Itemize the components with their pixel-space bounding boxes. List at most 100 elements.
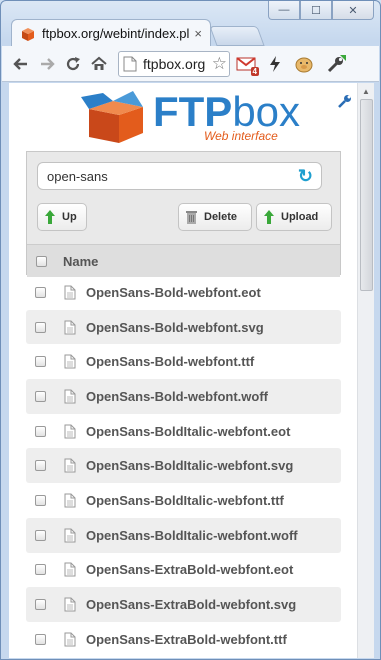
reload-button[interactable] — [60, 51, 86, 77]
maximize-icon: ☐ — [311, 4, 321, 17]
file-name[interactable]: OpenSans-Bold-webfont.svg — [86, 320, 264, 335]
up-button[interactable]: Up — [37, 203, 87, 231]
delete-button-label: Delete — [204, 211, 238, 223]
favicon-icon — [22, 27, 34, 41]
close-icon: ✕ — [348, 4, 358, 17]
file-name[interactable]: OpenSans-Bold-webfont.woff — [86, 389, 268, 404]
upload-arrow-icon — [264, 210, 274, 224]
mail-badge: 4 — [250, 66, 259, 76]
logo-box-text: box — [232, 88, 301, 135]
select-all-checkbox[interactable] — [36, 255, 47, 267]
forward-button[interactable] — [34, 51, 60, 77]
logo-wordmark: FTPbox — [153, 91, 300, 133]
file-checkbox[interactable] — [35, 494, 46, 506]
face-extension-button[interactable] — [291, 51, 317, 77]
delete-button[interactable]: Delete — [178, 203, 252, 231]
path-value: open-sans — [47, 168, 108, 184]
page-content: FTPbox Web interface open-sans ↻ Up Dele… — [9, 83, 357, 658]
file-name[interactable]: OpenSans-BoldItalic-webfont.ttf — [86, 493, 284, 508]
close-window-button[interactable]: ✕ — [332, 1, 374, 20]
settings-wrench-button[interactable] — [323, 51, 349, 77]
bookmark-star-icon[interactable]: ☆ — [212, 54, 227, 74]
home-button[interactable] — [86, 51, 112, 77]
upload-button[interactable]: Upload — [256, 203, 332, 231]
file-icon — [64, 562, 76, 577]
file-name[interactable]: OpenSans-Bold-webfont.ttf — [86, 354, 254, 369]
file-row[interactable]: OpenSans-BoldItalic-webfont.eot — [26, 414, 341, 449]
file-row[interactable]: OpenSans-ExtraBold-webfont.svg — [26, 587, 341, 622]
maximize-button[interactable]: ☐ — [300, 1, 332, 20]
file-row[interactable]: OpenSans-BoldItalic-webfont.ttf — [26, 483, 341, 518]
file-checkbox[interactable] — [35, 633, 46, 645]
file-row[interactable]: OpenSans-ExtraBold-webfont.eot — [26, 553, 341, 588]
file-name[interactable]: OpenSans-ExtraBold-webfont.ttf — [86, 632, 287, 647]
file-checkbox[interactable] — [35, 460, 46, 472]
scrollbar[interactable]: ▲ — [357, 83, 374, 658]
file-checkbox[interactable] — [35, 599, 46, 611]
file-name[interactable]: OpenSans-BoldItalic-webfont.eot — [86, 424, 290, 439]
file-row[interactable]: OpenSans-Bold-webfont.woff — [26, 379, 341, 414]
address-bar[interactable]: ftpbox.org ☆ — [118, 50, 230, 77]
refresh-icon[interactable]: ↻ — [298, 166, 313, 187]
forward-arrow-icon — [41, 57, 55, 70]
file-checkbox[interactable] — [35, 390, 46, 402]
table-header: Name — [27, 244, 340, 277]
file-checkbox[interactable] — [35, 425, 46, 437]
file-checkbox[interactable] — [35, 321, 46, 333]
upload-button-label: Upload — [281, 211, 319, 223]
file-icon — [64, 528, 76, 543]
home-icon — [91, 56, 107, 70]
file-list: OpenSans-Bold-webfont.eot OpenSans-Bold-w… — [26, 275, 341, 657]
file-checkbox[interactable] — [35, 356, 46, 368]
tab-close-icon[interactable]: × — [194, 26, 202, 41]
lightning-extension-button[interactable] — [262, 51, 288, 77]
file-checkbox[interactable] — [35, 286, 46, 298]
file-icon — [64, 493, 76, 508]
file-name[interactable]: OpenSans-BoldItalic-webfont.svg — [86, 458, 293, 473]
back-button[interactable] — [8, 51, 34, 77]
back-arrow-icon — [13, 57, 27, 70]
file-icon — [64, 389, 76, 404]
lightning-icon — [270, 55, 280, 72]
wrench-icon — [327, 54, 346, 72]
trash-icon — [186, 211, 197, 224]
up-arrow-icon — [45, 210, 55, 224]
file-checkbox[interactable] — [35, 529, 46, 541]
window-controls: — ☐ ✕ — [268, 1, 374, 20]
file-row[interactable]: OpenSans-BoldItalic-webfont.woff — [26, 517, 341, 553]
file-row[interactable]: OpenSans-Bold-webfont.eot — [26, 275, 341, 310]
path-input[interactable]: open-sans ↻ — [37, 162, 322, 190]
url-text: ftpbox.org — [143, 55, 206, 72]
new-tab-button[interactable] — [209, 26, 265, 46]
file-name[interactable]: OpenSans-Bold-webfont.eot — [86, 285, 261, 300]
up-button-label: Up — [62, 211, 77, 223]
scrollbar-thumb[interactable] — [360, 99, 373, 291]
file-browser-panel: open-sans ↻ Up Delete Upload Name — [26, 151, 341, 277]
file-row[interactable]: OpenSans-ExtraBold-webfont.ttf — [26, 622, 341, 657]
reload-icon — [66, 56, 80, 70]
file-row[interactable]: OpenSans-BoldItalic-webfont.svg — [26, 448, 341, 484]
box-logo-icon — [81, 91, 143, 143]
name-column-header[interactable]: Name — [63, 254, 98, 269]
file-name[interactable]: OpenSans-ExtraBold-webfont.svg — [86, 597, 296, 612]
gmail-extension-button[interactable]: 4 — [233, 51, 259, 77]
file-row[interactable]: OpenSans-Bold-webfont.svg — [26, 309, 341, 345]
logo-subtitle: Web interface — [204, 129, 278, 143]
ftpbox-logo: FTPbox Web interface — [81, 89, 300, 143]
page-icon — [123, 56, 137, 71]
file-name[interactable]: OpenSans-ExtraBold-webfont.eot — [86, 562, 293, 577]
browser-window: — ☐ ✕ ftpbox.org/webint/index.pl × ftpbo… — [0, 0, 381, 660]
minimize-button[interactable]: — — [268, 1, 300, 20]
file-name[interactable]: OpenSans-BoldItalic-webfont.woff — [86, 528, 298, 543]
browser-tab[interactable]: ftpbox.org/webint/index.pl × — [11, 19, 211, 47]
file-checkbox[interactable] — [35, 564, 46, 576]
page-settings-icon[interactable] — [337, 93, 353, 114]
wrench-icon — [338, 95, 351, 108]
scroll-up-icon[interactable]: ▲ — [358, 83, 374, 99]
file-row[interactable]: OpenSans-Bold-webfont.ttf — [26, 344, 341, 379]
minimize-icon: — — [278, 4, 290, 16]
logo-ftp-text: FTP — [153, 88, 233, 135]
file-icon — [64, 354, 76, 369]
file-icon — [64, 285, 76, 300]
pig-face-icon — [295, 57, 313, 72]
